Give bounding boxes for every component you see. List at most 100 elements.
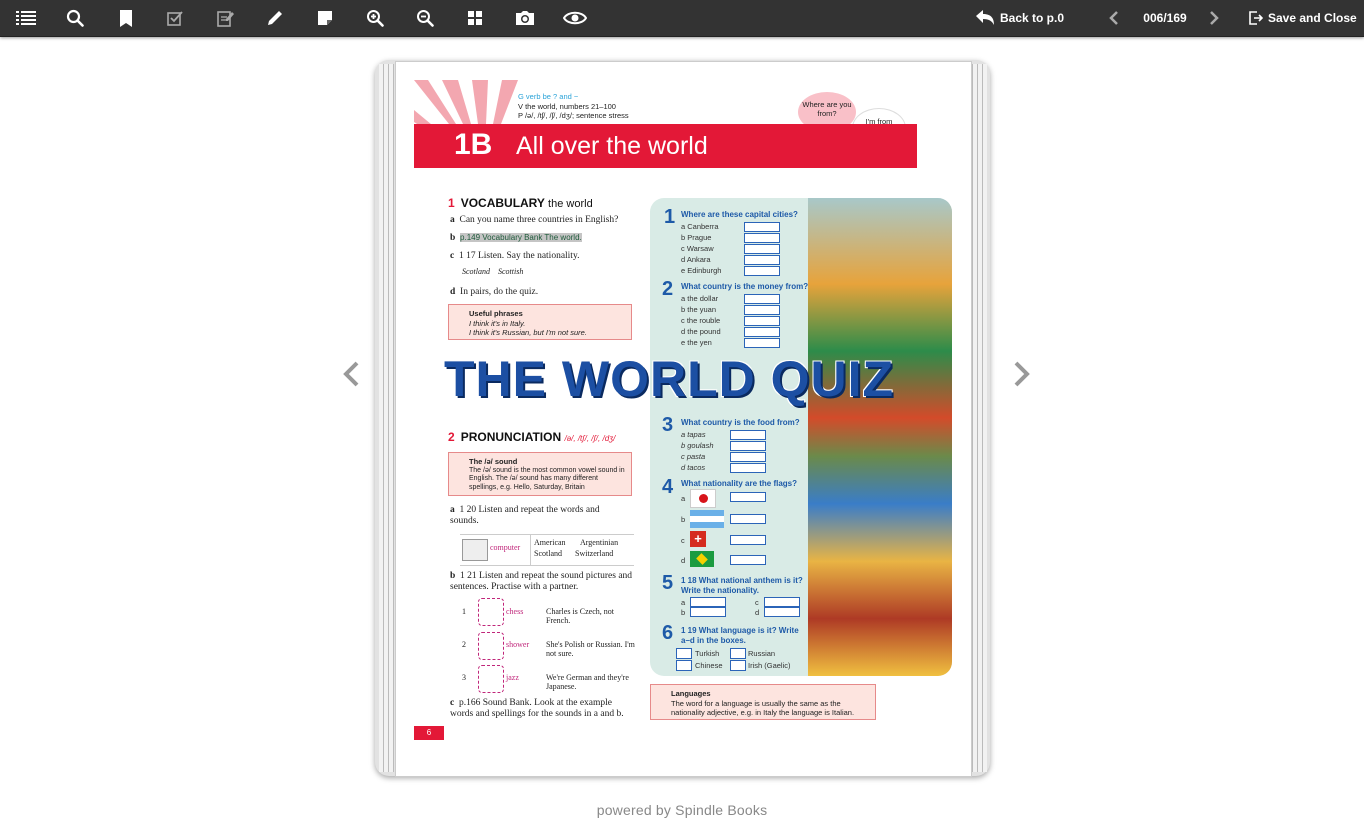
- answer-box[interactable]: [730, 452, 766, 462]
- save-and-close-button[interactable]: Save and Close: [1268, 0, 1357, 36]
- zoom-in-icon[interactable]: [363, 6, 387, 30]
- sound-word: Scotland: [534, 549, 562, 558]
- zoom-out-icon[interactable]: [413, 6, 437, 30]
- quiz-item: b the yuan: [681, 305, 717, 314]
- quiz-item: c pasta: [681, 452, 706, 461]
- unit-title: All over the world: [516, 132, 708, 160]
- world-quiz-panel: 1 Where are these capital cities? a Canb…: [650, 198, 952, 676]
- sound-word-table: computer American Argentinian Scotland S…: [460, 534, 634, 566]
- flag-argentina-icon: [690, 510, 724, 528]
- quiz-item: a: [681, 494, 686, 503]
- search-icon[interactable]: [63, 6, 87, 30]
- sound-word: chess: [506, 607, 524, 616]
- edit-notes-icon[interactable]: [213, 6, 237, 30]
- answer-box[interactable]: [730, 660, 746, 671]
- next-page-arrow[interactable]: [1009, 358, 1033, 390]
- exit-icon[interactable]: [1248, 6, 1264, 30]
- sound-sentence: She's Polish or Russian. I'm not sure.: [546, 640, 635, 658]
- flag-switzerland-icon: +: [690, 531, 706, 547]
- useful-phrases-box: Useful phrases I think it's in Italy. I …: [448, 304, 632, 340]
- quiz-item: Irish (Gaelic): [748, 661, 791, 670]
- vocab-item-d: d In pairs, do the quiz.: [450, 287, 539, 297]
- answer-box[interactable]: [730, 514, 766, 524]
- prev-page-icon[interactable]: [1102, 6, 1126, 30]
- back-arrow-icon[interactable]: [973, 6, 997, 30]
- bookmark-icon[interactable]: [114, 6, 138, 30]
- previous-page-arrow[interactable]: [340, 358, 364, 390]
- sound-sentence: We're German and they're Japanese.: [546, 673, 629, 691]
- answer-box[interactable]: [730, 441, 766, 451]
- quiz-question-title: 1 18 What national anthem is it? Write t…: [681, 576, 803, 595]
- chess-picture-icon: [478, 598, 504, 626]
- checkbox-icon[interactable]: [163, 6, 187, 30]
- vocab-example: Scotland Scottish: [462, 267, 524, 276]
- quiz-item: b Prague: [681, 233, 712, 242]
- answer-box[interactable]: [744, 266, 780, 276]
- answer-box[interactable]: [744, 327, 780, 337]
- quiz-item: a tapas: [681, 430, 706, 439]
- answer-box[interactable]: [744, 255, 780, 265]
- answer-box[interactable]: [730, 463, 766, 473]
- quiz-question-title: What nationality are the flags?: [681, 479, 798, 488]
- answer-box[interactable]: [744, 222, 780, 232]
- vocab-item-b[interactable]: b p.149 Vocabulary Bank The world.: [450, 233, 582, 243]
- powered-by-footer[interactable]: powered by Spindle Books: [0, 802, 1364, 818]
- answer-box[interactable]: [730, 648, 746, 659]
- answer-box[interactable]: [676, 660, 692, 671]
- quiz-question-number: 6: [662, 622, 674, 644]
- toolbar: Back to p.0 006/169 Save and Close: [0, 0, 1364, 37]
- quiz-question-number: 1: [664, 206, 676, 228]
- quiz-item: c the rouble: [681, 316, 721, 325]
- quiz-collage-image: [808, 198, 952, 676]
- page-edge-right: [982, 64, 987, 772]
- eye-icon[interactable]: [563, 6, 587, 30]
- quiz-item: Chinese: [695, 661, 723, 670]
- quiz-item: c: [755, 598, 759, 607]
- quiz-item: a: [681, 598, 686, 607]
- answer-box[interactable]: [744, 338, 780, 348]
- quiz-item: b goulash: [681, 441, 714, 450]
- camera-icon[interactable]: [513, 6, 537, 30]
- sticky-note-icon[interactable]: [313, 6, 337, 30]
- lesson-objectives: G verb be ? and − V the world, numbers 2…: [518, 92, 629, 120]
- answer-box[interactable]: [744, 233, 780, 243]
- jazz-picture-icon: [478, 665, 504, 693]
- languages-box: Languages The word for a language is usu…: [650, 684, 876, 720]
- page-edge-left: [389, 64, 394, 772]
- answer-box[interactable]: [744, 294, 780, 304]
- quiz-question-title: Where are these capital cities?: [681, 210, 798, 219]
- grid-icon[interactable]: [463, 6, 487, 30]
- row-number: 1: [462, 607, 466, 616]
- answer-box[interactable]: [730, 535, 766, 545]
- quiz-item: a Canberra: [681, 222, 719, 231]
- pron-item-c: c p.166 Sound Bank. Look at the example …: [450, 698, 624, 719]
- quiz-question-number: 3: [662, 414, 674, 436]
- answer-box[interactable]: [690, 607, 726, 617]
- back-to-page-button[interactable]: Back to p.0: [1000, 0, 1064, 36]
- sound-word: computer: [490, 543, 521, 552]
- answer-box[interactable]: [764, 607, 800, 617]
- menu-icon[interactable]: [14, 6, 38, 30]
- answer-box[interactable]: [730, 555, 766, 565]
- quiz-item: d: [681, 556, 686, 565]
- quiz-item: e the yen: [681, 338, 712, 347]
- answer-box[interactable]: [690, 597, 726, 607]
- pencil-icon[interactable]: [263, 6, 287, 30]
- answer-box[interactable]: [744, 244, 780, 254]
- answer-box[interactable]: [730, 492, 766, 502]
- quiz-question-title: What country is the money from?: [681, 282, 809, 291]
- quiz-item: a the dollar: [681, 294, 719, 303]
- answer-box[interactable]: [764, 597, 800, 607]
- answer-box[interactable]: [744, 305, 780, 315]
- answer-box[interactable]: [744, 316, 780, 326]
- quiz-question-number: 2: [662, 278, 674, 300]
- sound-word: jazz: [506, 673, 519, 682]
- next-page-icon[interactable]: [1202, 6, 1226, 30]
- quiz-question-number: 4: [662, 476, 674, 498]
- quiz-item: b: [681, 515, 686, 524]
- answer-box[interactable]: [730, 430, 766, 440]
- answer-box[interactable]: [676, 648, 692, 659]
- quiz-question-title: What country is the food from?: [681, 418, 800, 427]
- quiz-item: c: [681, 536, 685, 545]
- quiz-item: d the pound: [681, 327, 721, 336]
